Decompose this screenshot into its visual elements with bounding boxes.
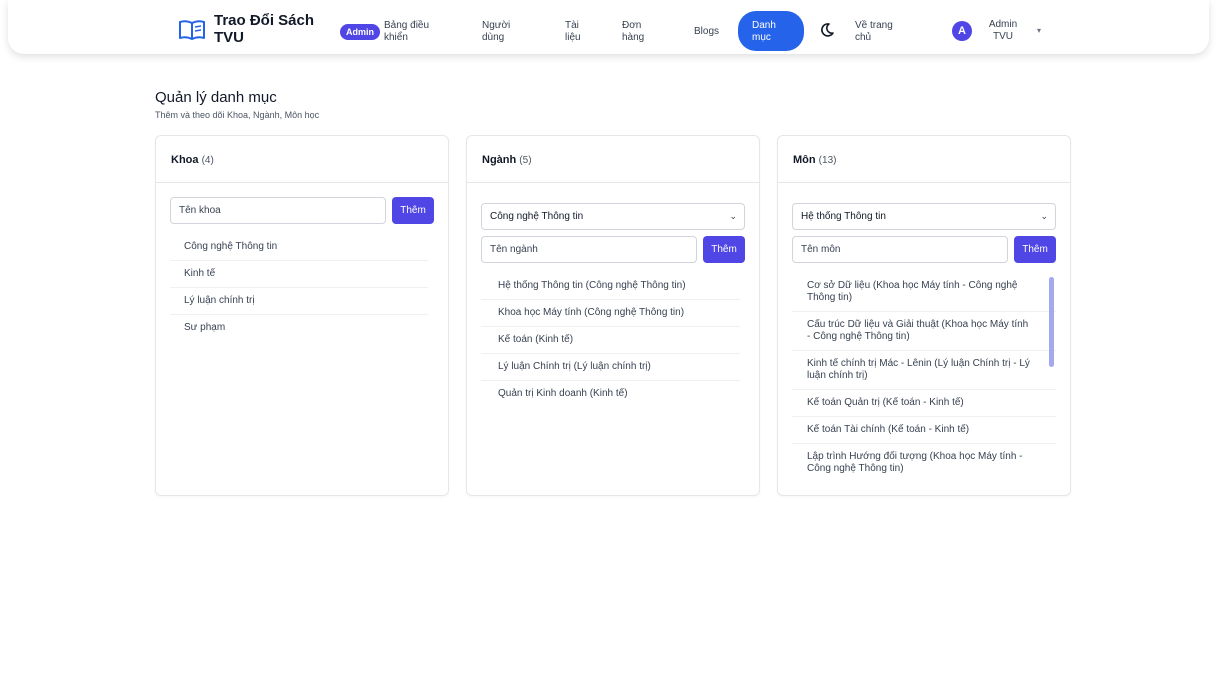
list-item[interactable]: Kế toán Tài chính (Kế toán - Kinh tế) <box>792 417 1056 444</box>
khoa-name-input[interactable] <box>170 197 386 224</box>
nganh-select[interactable]: Hệ thống Thông tin ⌄ <box>792 203 1056 230</box>
nav-blogs[interactable]: Blogs <box>694 26 719 38</box>
top-navbar: Trao Đổi Sách TVU Admin Bảng điều khiển … <box>8 0 1209 54</box>
mon-name-input[interactable] <box>792 236 1008 263</box>
list-item[interactable]: Kế toán (Kinh tế) <box>481 327 740 354</box>
user-name[interactable]: Admin TVU <box>988 19 1018 43</box>
list-item[interactable]: Quản trị Kinh doanh (Kinh tế) <box>481 381 740 407</box>
nganh-card-header: Ngành (5) <box>467 136 759 183</box>
khoa-title: Khoa <box>171 154 199 166</box>
nganh-count: (5) <box>519 155 532 166</box>
list-item[interactable]: Lý luận chính trị <box>170 288 428 315</box>
mon-title: Môn <box>793 154 816 166</box>
khoa-select-value: Công nghệ Thông tin <box>490 211 584 222</box>
list-item[interactable]: Lý luận Chính trị (Lý luận chính trị) <box>481 354 740 381</box>
list-item[interactable]: Sư phạm <box>170 315 428 341</box>
chevron-down-icon: ⌄ <box>729 211 737 221</box>
nav-documents[interactable]: Tài liệu <box>565 20 589 44</box>
moon-icon[interactable] <box>819 22 835 38</box>
admin-badge: Admin <box>340 24 380 40</box>
nav-orders[interactable]: Đơn hàng <box>622 20 654 44</box>
add-mon-button[interactable]: Thêm <box>1014 236 1056 263</box>
nganh-title: Ngành <box>482 154 517 166</box>
chevron-down-icon: ⌄ <box>1040 211 1048 221</box>
khoa-select[interactable]: Công nghệ Thông tin ⌄ <box>481 203 745 230</box>
nav-home[interactable]: Về trang chủ <box>855 20 901 44</box>
list-item[interactable]: Cấu trúc Dữ liệu và Giải thuật (Khoa học… <box>792 312 1056 351</box>
open-book-icon <box>179 20 205 40</box>
nav-users[interactable]: Người dùng <box>482 20 522 44</box>
nganh-name-input[interactable] <box>481 236 697 263</box>
mon-card: Môn (13) Hệ thống Thông tin ⌄ Thêm Cơ sở… <box>777 135 1071 496</box>
avatar[interactable]: A <box>952 21 972 41</box>
list-item[interactable]: Kinh tế chính trị Mác - Lênin (Lý luận C… <box>792 351 1056 390</box>
khoa-card: Khoa (4) Thêm Công nghệ Thông tin Kinh t… <box>155 135 449 496</box>
list-item[interactable]: Lập trình Hướng đối tượng (Khoa học Máy … <box>792 444 1056 479</box>
list-item[interactable]: Khoa học Máy tính (Công nghệ Thông tin) <box>481 300 740 327</box>
add-khoa-button[interactable]: Thêm <box>392 197 434 224</box>
scrollbar-thumb[interactable] <box>1049 277 1054 367</box>
list-item[interactable]: Hệ thống Thông tin (Công nghệ Thông tin) <box>481 273 740 300</box>
khoa-card-header: Khoa (4) <box>156 136 448 183</box>
brand[interactable]: Trao Đổi Sách TVU <box>178 12 324 46</box>
list-item[interactable]: Cơ sở Dữ liệu (Khoa học Máy tính - Công … <box>792 273 1056 312</box>
mon-count: (13) <box>818 155 837 166</box>
add-nganh-button[interactable]: Thêm <box>703 236 745 263</box>
chevron-down-icon[interactable]: ▾ <box>1037 26 1041 35</box>
list-item[interactable]: Kế toán Quản trị (Kế toán - Kinh tế) <box>792 390 1056 417</box>
nav-categories[interactable]: Danh mục <box>738 11 804 51</box>
page-subtitle: Thêm và theo dõi Khoa, Ngành, Môn học <box>155 110 320 120</box>
page-title: Quản lý danh mục <box>155 89 277 106</box>
mon-card-header: Môn (13) <box>778 136 1070 183</box>
list-item[interactable]: Kinh tế <box>170 261 428 288</box>
nganh-card: Ngành (5) Công nghệ Thông tin ⌄ Thêm Hệ … <box>466 135 760 496</box>
nganh-select-value: Hệ thống Thông tin <box>801 211 886 222</box>
mon-list-scroll[interactable]: Cơ sở Dữ liệu (Khoa học Máy tính - Công … <box>792 273 1056 479</box>
list-item[interactable]: Công nghệ Thông tin <box>170 234 428 261</box>
nav-dashboard[interactable]: Bảng điều khiển <box>384 20 434 44</box>
khoa-count: (4) <box>201 155 214 166</box>
brand-name: Trao Đổi Sách TVU <box>214 12 315 46</box>
